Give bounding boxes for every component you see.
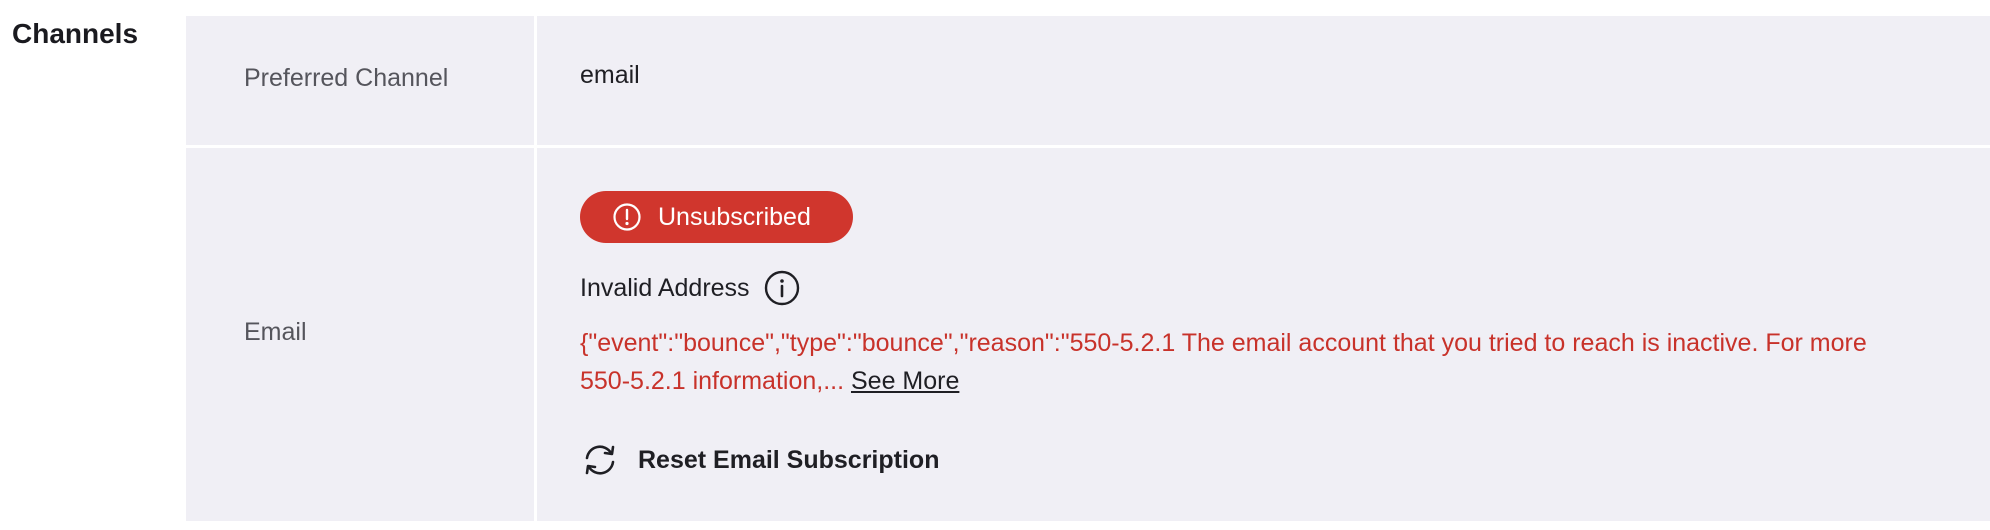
email-label: Email: [244, 318, 307, 346]
error-text: {"event":"bounce","type":"bounce","reaso…: [580, 329, 1867, 395]
preferred-channel-label: Preferred Channel: [244, 64, 449, 92]
unsubscribed-badge: Unsubscribed: [580, 191, 853, 243]
see-more-link[interactable]: See More: [851, 367, 959, 395]
error-message: {"event":"bounce","type":"bounce","reaso…: [580, 324, 1920, 400]
badge-text: Unsubscribed: [658, 202, 811, 231]
refresh-icon: [580, 440, 620, 480]
channels-table: Preferred Channel email Email Unsubscrib…: [186, 16, 1990, 521]
row-divider: [186, 145, 1990, 148]
info-icon[interactable]: [764, 270, 800, 306]
column-divider: [534, 16, 537, 521]
alert-circle-icon: [612, 202, 642, 232]
status-line: Invalid Address: [580, 270, 800, 306]
preferred-channel-value: email: [580, 61, 640, 89]
reset-email-subscription-button[interactable]: Reset Email Subscription: [580, 440, 939, 480]
status-text: Invalid Address: [580, 273, 750, 302]
reset-label: Reset Email Subscription: [638, 445, 940, 474]
section-title: Channels: [12, 18, 139, 49]
